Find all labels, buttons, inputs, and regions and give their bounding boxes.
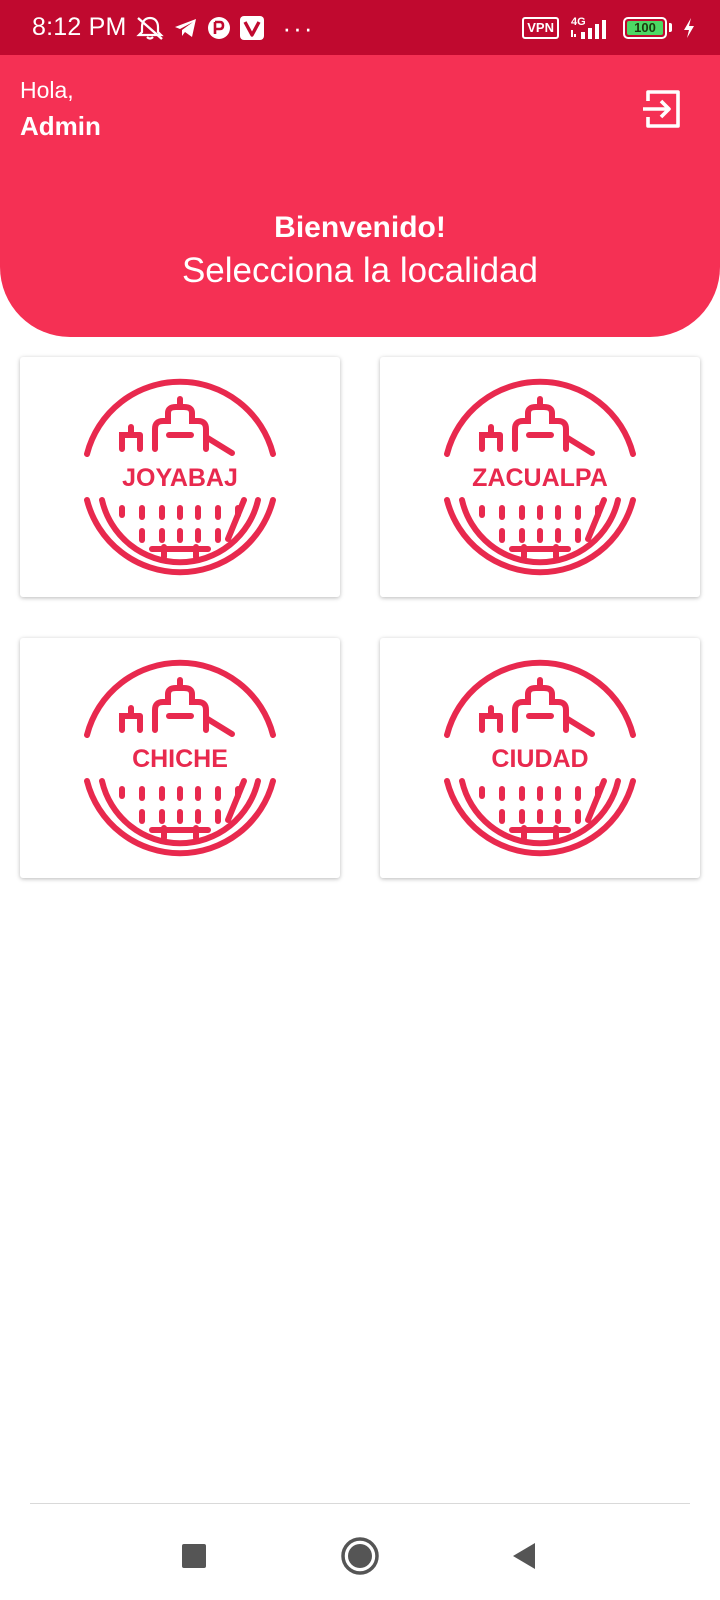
status-bar: 8:12 PM ··· VPN 4G 100 — [0, 0, 720, 55]
header: Hola, Admin Bienvenido! Selecciona la lo… — [0, 55, 720, 337]
app-v-icon — [239, 15, 265, 41]
status-right: VPN 4G 100 — [522, 15, 696, 41]
church-badge-icon: ZACUALPA — [444, 378, 636, 576]
status-more-icon: ··· — [282, 12, 315, 43]
triangle-back-icon — [513, 1543, 535, 1569]
church-badge-icon: CHICHE — [84, 659, 276, 857]
system-nav-bar — [0, 1504, 720, 1600]
subtitle: Selecciona la localidad — [181, 251, 539, 290]
locality-label: ZACUALPA — [472, 464, 608, 492]
locality-label: CIUDAD — [491, 745, 588, 773]
square-icon — [182, 1544, 206, 1568]
locality-card-joyabaj[interactable]: JOYABAJ — [20, 357, 340, 597]
greeting: Hola, — [20, 77, 74, 103]
battery-level: 100 — [634, 20, 656, 35]
charging-icon — [682, 17, 696, 39]
logout-button[interactable] — [642, 88, 684, 130]
back-button[interactable] — [502, 1534, 546, 1578]
status-time: 8:12 PM — [32, 13, 127, 41]
church-badge-icon: CIUDAD — [444, 659, 636, 857]
circle-icon — [341, 1537, 379, 1575]
app-r-icon — [207, 16, 231, 40]
alarm-off-icon — [135, 15, 165, 41]
username: Admin — [20, 111, 101, 141]
logout-icon — [643, 90, 680, 128]
battery-icon: 100 — [623, 16, 667, 39]
battery-tip — [669, 23, 672, 32]
recent-apps-button[interactable] — [172, 1534, 216, 1578]
locality-label: CHICHE — [132, 745, 228, 773]
locality-label: JOYABAJ — [122, 464, 238, 492]
church-badge-icon: JOYABAJ — [84, 378, 276, 576]
welcome-title: Bienvenido! — [274, 211, 446, 244]
telegram-icon — [173, 16, 199, 40]
vpn-badge: VPN — [522, 16, 559, 39]
signal-icon: 4G — [569, 15, 613, 41]
home-button[interactable] — [338, 1534, 382, 1578]
status-left: 8:12 PM ··· — [32, 13, 522, 42]
locality-card-chiche[interactable]: CHICHE — [20, 638, 340, 878]
locality-card-ciudad[interactable]: CIUDAD — [380, 638, 700, 878]
network-label: 4G — [571, 16, 586, 28]
locality-card-zacualpa[interactable]: ZACUALPA — [380, 357, 700, 597]
